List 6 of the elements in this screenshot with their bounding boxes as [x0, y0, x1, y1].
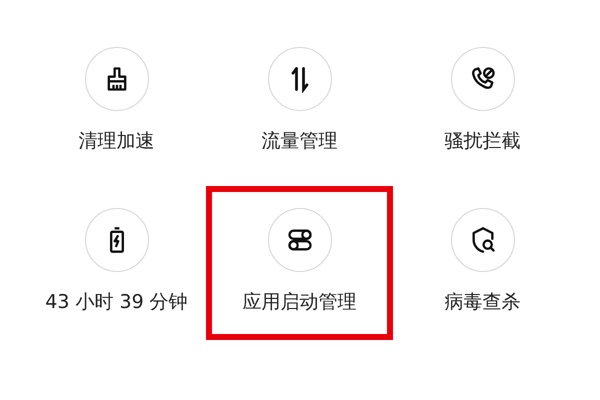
tool-label: 流量管理 [262, 129, 338, 153]
tool-label: 43 小时 39 分钟 [45, 290, 188, 314]
tool-label: 清理加速 [78, 129, 154, 153]
tool-label: 病毒查杀 [444, 290, 520, 314]
tool-label: 应用启动管理 [242, 290, 356, 314]
tool-label: 骚扰拦截 [444, 129, 520, 153]
